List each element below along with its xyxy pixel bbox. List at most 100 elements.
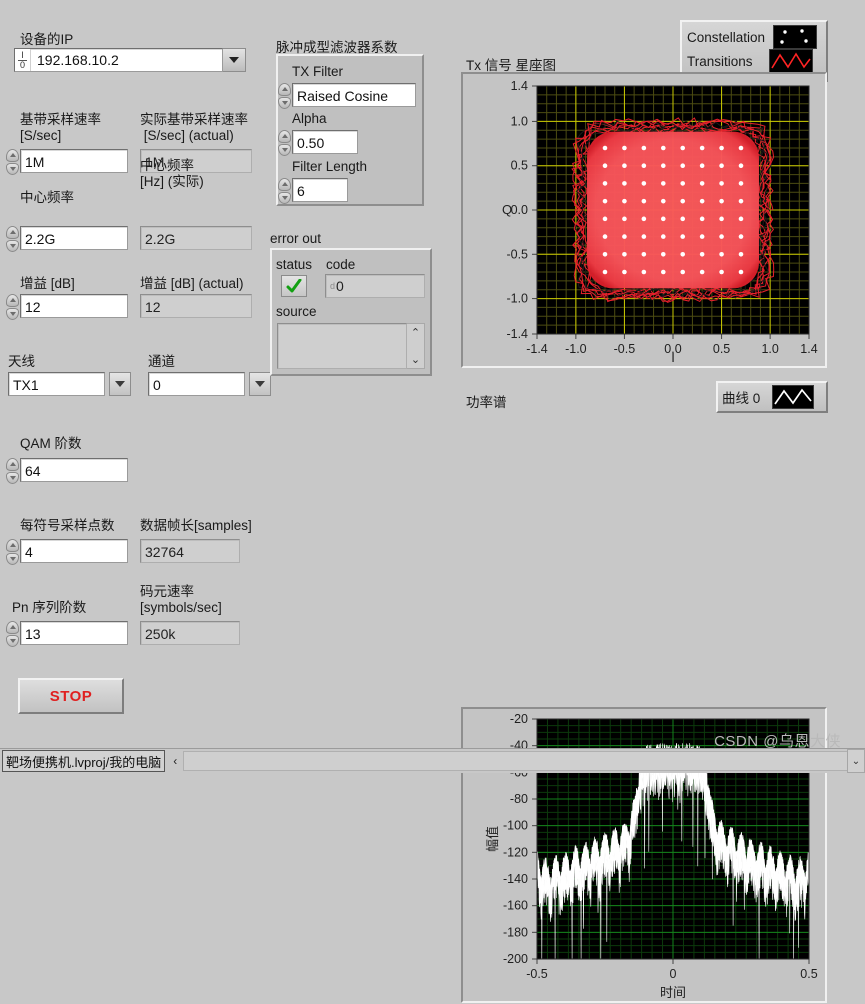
tx-filter-label: TX Filter: [292, 64, 344, 79]
svg-text:0.5: 0.5: [511, 159, 528, 173]
antenna-control[interactable]: TX1: [8, 372, 138, 396]
chevron-down-icon[interactable]: [109, 372, 131, 396]
filter-length-label: Filter Length: [292, 159, 368, 174]
spinner-icon[interactable]: [6, 294, 19, 320]
constellation-title: Tx 信号 星座图: [466, 58, 556, 73]
chevron-down-icon[interactable]: [223, 48, 246, 72]
device-ip-combo[interactable]: I0 192.168.10.2: [14, 48, 246, 72]
legend-item-constellation[interactable]: Constellation: [687, 25, 821, 49]
chevron-up-icon[interactable]: ⌃: [411, 326, 420, 339]
frame-length-label: 数据帧长[samples]: [140, 518, 252, 533]
svg-text:-0.5: -0.5: [506, 247, 528, 261]
project-tab[interactable]: 靶场便携机.lvproj/我的电脑: [2, 750, 166, 772]
samples-per-symbol-control[interactable]: 4: [6, 539, 128, 565]
device-ip-label: 设备的IP: [20, 32, 74, 47]
spinner-icon[interactable]: [6, 226, 19, 252]
channel-control[interactable]: 0: [148, 372, 278, 396]
spinner-icon[interactable]: [6, 149, 19, 175]
svg-text:-0.5: -0.5: [526, 967, 548, 981]
spinner-icon[interactable]: [278, 130, 291, 156]
qam-order-value[interactable]: 64: [20, 458, 128, 482]
qam-order-control[interactable]: 64: [6, 458, 128, 484]
stop-button[interactable]: STOP: [18, 678, 124, 714]
baseband-rate-label: 基带采样速率 [S/sec]: [20, 112, 101, 143]
constellation-graph[interactable]: 1.4 1.0 0.5 0.0 -0.5 -1.0 -1.4 -1.4 -1.0 -0.5 0.0…: [461, 72, 827, 368]
svg-text:-200: -200: [503, 952, 528, 966]
status-left-arrow[interactable]: ‹: [167, 754, 183, 768]
source-value[interactable]: [277, 323, 407, 369]
center-freq-label: 中心频率: [20, 190, 74, 205]
curve0-swatch-icon: [772, 385, 814, 409]
spectrum-x-axis-label: 时间: [660, 985, 686, 1000]
green-check-icon: [281, 275, 307, 297]
svg-text:0.0: 0.0: [511, 203, 528, 217]
alpha-control[interactable]: 0.50: [278, 130, 358, 156]
constellation-plot: 1.41.00.50.0-0.5-1.0-1.4 -1.4 -1.0 -0.5 0.0…: [502, 79, 818, 365]
spinner-icon[interactable]: [6, 621, 19, 647]
chevron-down-icon[interactable]: [249, 372, 271, 396]
constellation-y-axis-label: Q: [502, 202, 512, 217]
svg-text:0: 0: [670, 967, 677, 981]
status-label: status: [276, 257, 313, 272]
spinner-icon[interactable]: [278, 83, 291, 109]
source-field[interactable]: ⌃ ⌄: [277, 323, 425, 369]
io-glyph-icon: I0: [15, 49, 31, 71]
transitions-swatch-icon: [769, 49, 813, 73]
frame-length-value: 32764: [140, 539, 240, 563]
spinner-icon[interactable]: [278, 178, 291, 204]
gain-actual-label: 增益 [dB] (actual): [140, 276, 244, 291]
alpha-label: Alpha: [292, 111, 327, 126]
error-out-title: error out: [270, 231, 322, 246]
window-top-strip: [0, 0, 865, 14]
legend-label-curve0: 曲线 0: [722, 391, 761, 406]
center-freq-value[interactable]: 2.2G: [20, 226, 128, 250]
pn-order-value[interactable]: 13: [20, 621, 128, 645]
antenna-value[interactable]: TX1: [8, 372, 105, 396]
svg-text:-1.0: -1.0: [565, 342, 587, 356]
gain-control[interactable]: 12: [6, 294, 128, 320]
chevron-down-icon[interactable]: ⌄: [411, 353, 420, 366]
pn-order-control[interactable]: 13: [6, 621, 128, 647]
status-bar: 靶场便携机.lvproj/我的电脑 ‹ ⌄: [0, 748, 865, 773]
spectrum-title: 功率谱: [466, 395, 507, 410]
svg-text:1.0: 1.0: [761, 342, 778, 356]
gain-label: 增益 [dB]: [20, 276, 75, 291]
samples-per-symbol-value[interactable]: 4: [20, 539, 128, 563]
pn-order-label: Pn 序列阶数: [12, 600, 87, 615]
filter-length-value[interactable]: 6: [292, 178, 348, 202]
spectrum-y-axis-label: 幅值: [485, 826, 500, 852]
spinner-icon[interactable]: [6, 458, 19, 484]
constellation-x-axis-label: I: [671, 350, 675, 365]
svg-text:-120: -120: [503, 845, 528, 859]
svg-text:0.5: 0.5: [800, 967, 817, 981]
code-value: 0: [336, 278, 344, 294]
legend-item-curve0[interactable]: 曲线 0: [722, 385, 822, 409]
svg-text:-1.0: -1.0: [506, 292, 528, 306]
status-scroll-down-icon[interactable]: ⌄: [847, 749, 865, 773]
tx-filter-value[interactable]: Raised Cosine: [292, 83, 416, 107]
center-freq-actual-label: 中心频率 [Hz] (实际): [140, 158, 204, 189]
gain-actual-value: 12: [140, 294, 252, 318]
legend-label-constellation: Constellation: [687, 29, 766, 45]
alpha-value[interactable]: 0.50: [292, 130, 358, 154]
svg-text:-1.4: -1.4: [506, 327, 528, 341]
filter-group-title: 脉冲成型滤波器系数: [276, 40, 398, 55]
baseband-rate-control[interactable]: 1M: [6, 149, 128, 175]
samples-per-symbol-label: 每符号采样点数: [20, 518, 115, 533]
baseband-rate-value[interactable]: 1M: [20, 149, 128, 173]
spinner-icon[interactable]: [6, 539, 19, 565]
gain-value[interactable]: 12: [20, 294, 128, 318]
spectrum-legend[interactable]: 曲线 0: [716, 381, 828, 413]
frame-length-field: 32764: [140, 539, 240, 563]
device-ip-value: 192.168.10.2: [37, 52, 119, 68]
code-field: d 0: [325, 274, 425, 298]
center-freq-control[interactable]: 2.2G: [6, 226, 128, 252]
symbol-rate-value: 250k: [140, 621, 240, 645]
channel-value[interactable]: 0: [148, 372, 245, 396]
svg-text:0.5: 0.5: [713, 342, 730, 356]
tx-filter-control[interactable]: Raised Cosine: [278, 83, 416, 109]
filter-length-control[interactable]: 6: [278, 178, 348, 204]
stop-button-label: STOP: [18, 678, 124, 714]
svg-text:-160: -160: [503, 899, 528, 913]
legend-item-transitions[interactable]: Transitions: [687, 49, 821, 73]
